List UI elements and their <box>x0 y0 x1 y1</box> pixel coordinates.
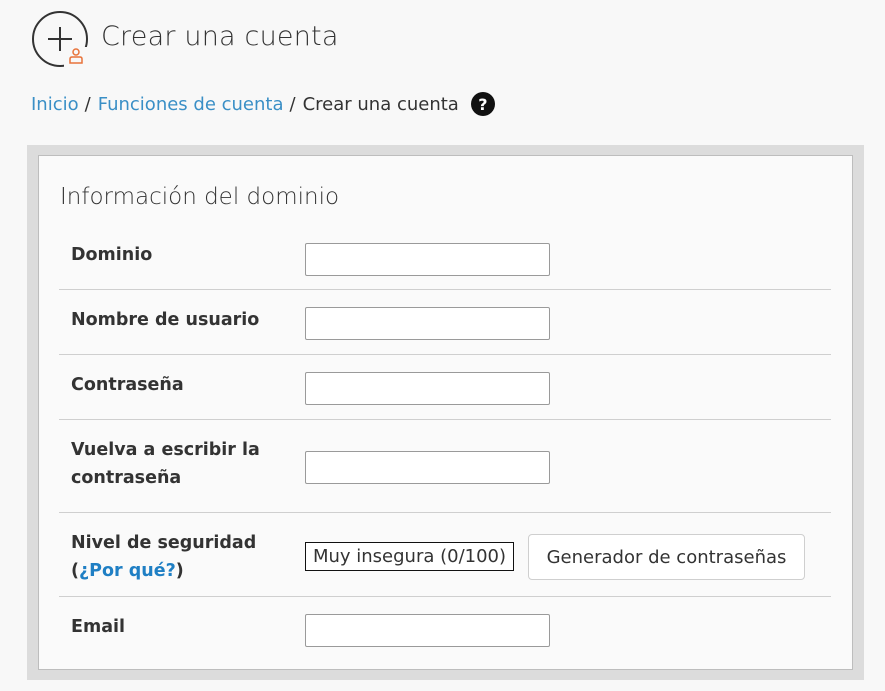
username-input[interactable] <box>305 307 550 340</box>
password-generator-button[interactable]: Generador de contraseñas <box>528 534 805 580</box>
breadcrumb-separator: / <box>84 93 91 115</box>
password-label: Contraseña <box>71 375 184 395</box>
username-label: Nombre de usuario <box>71 310 260 330</box>
password-confirm-input[interactable] <box>305 451 550 484</box>
form-panel-outer: Información del dominio Dominio Nombre d… <box>27 145 864 680</box>
strength-label: Nivel de seguridad (¿Por qué?) <box>71 529 256 585</box>
section-title: Información del dominio <box>60 184 340 210</box>
page-header: Crear una cuenta <box>31 10 339 68</box>
why-link[interactable]: ¿Por qué? <box>79 561 176 581</box>
email-input[interactable] <box>305 614 550 647</box>
breadcrumb-home-link[interactable]: Inicio <box>31 94 79 115</box>
domain-row: Dominio <box>59 231 831 290</box>
strength-label-text: Nivel de seguridad <box>71 533 257 553</box>
breadcrumb-account-functions-link[interactable]: Funciones de cuenta <box>98 94 284 115</box>
why-close-paren: ) <box>175 561 184 581</box>
username-row: Nombre de usuario <box>59 290 831 355</box>
strength-row: Nivel de seguridad (¿Por qué?) Muy inseg… <box>59 513 831 597</box>
help-icon[interactable]: ? <box>470 92 495 116</box>
password-row: Contraseña <box>59 355 831 420</box>
password-confirm-row: Vuelva a escribir la contraseña <box>59 420 831 513</box>
add-account-icon <box>31 10 89 68</box>
breadcrumb-current: Crear una cuenta <box>302 93 459 115</box>
why-open-paren: ( <box>71 561 79 581</box>
domain-info-panel: Información del dominio Dominio Nombre d… <box>38 155 853 670</box>
email-label: Email <box>71 617 125 637</box>
domain-label: Dominio <box>71 245 153 265</box>
password-confirm-label-line1: Vuelva a escribir la <box>71 440 260 460</box>
password-input[interactable] <box>305 372 550 405</box>
breadcrumb-separator: / <box>289 93 296 115</box>
breadcrumb: Inicio / Funciones de cuenta / Crear una… <box>31 92 495 116</box>
password-confirm-label-line2: contraseña <box>71 468 182 488</box>
password-confirm-label: Vuelva a escribir la contraseña <box>71 436 260 492</box>
password-strength-meter: Muy insegura (0/100) <box>305 542 514 571</box>
email-row: Email <box>59 597 831 661</box>
domain-input[interactable] <box>305 243 550 276</box>
page-title: Crear una cuenta <box>101 20 339 52</box>
